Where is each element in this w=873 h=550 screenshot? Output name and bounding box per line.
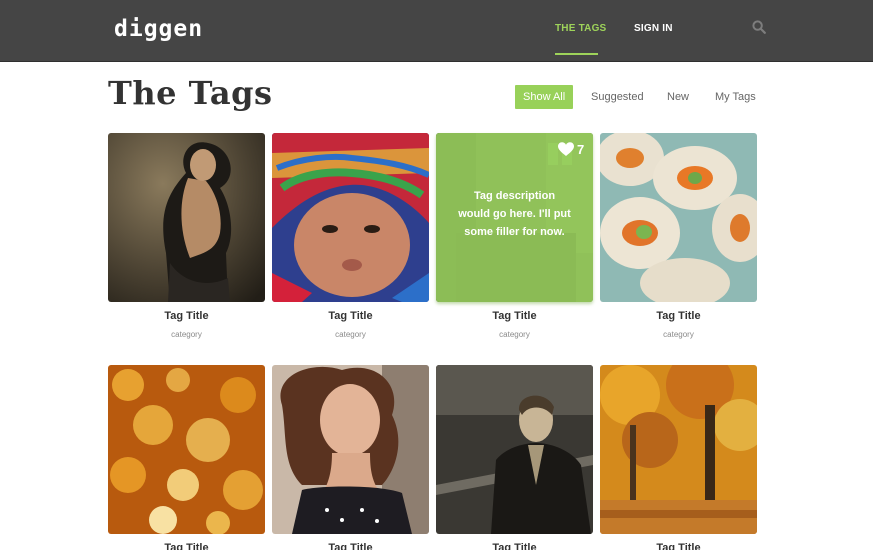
tag-image[interactable] xyxy=(272,133,429,302)
tag-card[interactable]: Tag Title category xyxy=(600,133,757,339)
tag-image[interactable] xyxy=(272,365,429,534)
tag-title[interactable]: Tag Title xyxy=(600,542,757,550)
tag-card[interactable]: Tag Title category xyxy=(108,133,265,339)
tag-image[interactable] xyxy=(436,365,593,534)
tag-card[interactable]: Tag Title xyxy=(436,365,593,550)
tag-image[interactable] xyxy=(600,133,757,302)
tag-title[interactable]: Tag Title xyxy=(600,310,757,322)
like-count: 7 xyxy=(577,142,585,157)
tag-title[interactable]: Tag Title xyxy=(436,310,593,322)
tag-image[interactable] xyxy=(108,365,265,534)
tag-description: Tag description would go here. I'll put … xyxy=(458,190,571,238)
tag-image[interactable] xyxy=(108,133,265,302)
tag-category: category xyxy=(335,330,366,339)
tag-card-hovered[interactable]: 7 Tag description would go here. I'll pu… xyxy=(436,133,593,339)
filter-show-all[interactable]: Show All xyxy=(515,85,574,109)
nav-the-tags[interactable]: THE TAGS xyxy=(555,23,606,34)
filter-suggested[interactable]: Suggested xyxy=(591,85,644,109)
top-navigation-bar: diggen THE TAGS SIGN IN xyxy=(0,0,873,62)
tag-title[interactable]: Tag Title xyxy=(108,542,265,550)
tag-card[interactable]: Tag Title xyxy=(272,365,429,550)
tag-image[interactable] xyxy=(600,365,757,534)
filter-my-tags[interactable]: My Tags xyxy=(715,85,756,109)
brand-logo[interactable]: diggen xyxy=(114,16,203,42)
tag-title[interactable]: Tag Title xyxy=(108,310,265,322)
tag-title[interactable]: Tag Title xyxy=(436,542,593,550)
tag-card[interactable]: Tag Title xyxy=(108,365,265,550)
page-title: The Tags xyxy=(108,74,273,112)
tag-card[interactable]: Tag Title xyxy=(600,365,757,550)
filter-new[interactable]: New xyxy=(667,85,689,109)
tag-title[interactable]: Tag Title xyxy=(272,310,429,322)
tag-category: category xyxy=(171,330,202,339)
tag-title[interactable]: Tag Title xyxy=(272,542,429,550)
tag-category: category xyxy=(499,330,530,339)
tag-category: category xyxy=(663,330,694,339)
heart-icon[interactable] xyxy=(558,142,574,157)
tag-card[interactable]: Tag Title category xyxy=(272,133,429,339)
search-icon[interactable] xyxy=(752,20,766,34)
active-nav-indicator xyxy=(555,53,598,55)
tag-image[interactable]: 7 Tag description would go here. I'll pu… xyxy=(436,133,593,302)
nav-sign-in[interactable]: SIGN IN xyxy=(634,23,673,34)
